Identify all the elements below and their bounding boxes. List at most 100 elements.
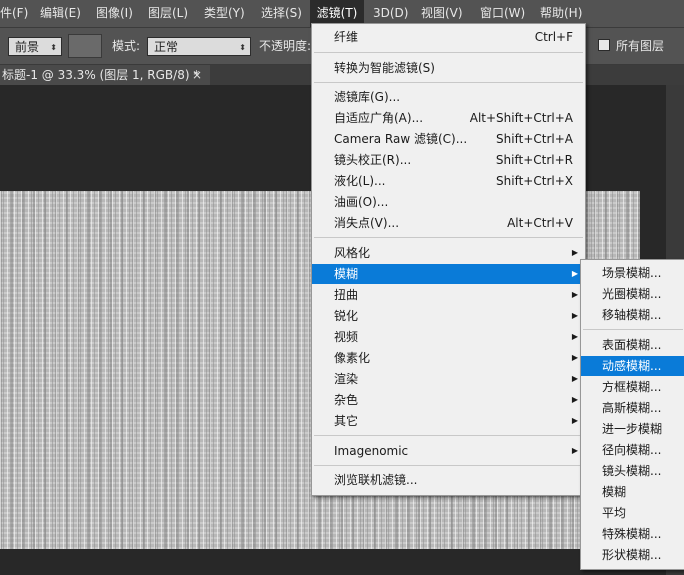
submenu-item-blur[interactable]: 模糊 [581, 482, 684, 502]
mode-value: 正常 [154, 40, 179, 54]
submenu-arrow-icon: ▶ [571, 269, 578, 278]
menu-item-label: 滤镜库(G)... [334, 90, 401, 104]
menu-item-shortcut: Ctrl+F [534, 30, 573, 44]
submenu-item-lens-blur[interactable]: 镜头模糊... [581, 461, 684, 481]
submenu-arrow-icon: ▶ [571, 446, 578, 455]
menu-edit[interactable]: 编辑(E) [40, 0, 88, 27]
menu-item-stylize[interactable]: 风格化 ▶ [312, 243, 585, 263]
menu-item-label: 平均 [602, 506, 627, 520]
menu-separator [314, 465, 583, 466]
opacity-label: 不透明度: [259, 39, 312, 53]
menu-item-liquify[interactable]: 液化(L)... Shift+Ctrl+X [312, 171, 585, 191]
menu-item-label: 方框模糊... [602, 380, 662, 394]
document-tab-title: 标题-1 @ 33.3% (图层 1, RGB/8) * [2, 68, 200, 82]
menu-item-label: 模糊 [602, 485, 627, 499]
menu-item-label: 杂色 [334, 393, 359, 407]
menu-item-camera-raw[interactable]: Camera Raw 滤镜(C)... Shift+Ctrl+A [312, 129, 585, 149]
menu-item-label: 风格化 [334, 246, 371, 260]
menu-item-label: 进一步模糊 [602, 422, 663, 436]
menu-item-shortcut: Shift+Ctrl+R [495, 153, 573, 167]
menu-item-fibers[interactable]: 纤维 Ctrl+F [312, 27, 585, 47]
submenu-item-iris-blur[interactable]: 光圈模糊... [581, 284, 684, 304]
submenu-arrow-icon: ▶ [571, 416, 578, 425]
menu-layer[interactable]: 图层(L) [148, 0, 196, 27]
submenu-item-radial-blur[interactable]: 径向模糊... [581, 440, 684, 460]
menu-item-oil-paint[interactable]: 油画(O)... [312, 192, 585, 212]
menu-item-label: 动感模糊... [602, 359, 662, 373]
menu-item-label: 场景模糊... [602, 266, 662, 280]
menu-image[interactable]: 图像(I) [96, 0, 142, 27]
menu-item-label: 浏览联机滤镜... [334, 473, 418, 487]
menu-item-filter-gallery[interactable]: 滤镜库(G)... [312, 87, 585, 107]
submenu-item-motion-blur[interactable]: 动感模糊... [581, 356, 684, 376]
menu-item-vanishing-point[interactable]: 消失点(V)... Alt+Ctrl+V [312, 213, 585, 233]
menu-item-sharpen[interactable]: 锐化 ▶ [312, 306, 585, 326]
menu-item-label: 转换为智能滤镜(S) [334, 61, 435, 75]
menu-item-label: 消失点(V)... [334, 216, 400, 230]
submenu-item-field-blur[interactable]: 场景模糊... [581, 263, 684, 283]
submenu-item-smart-blur[interactable]: 特殊模糊... [581, 524, 684, 544]
menu-item-label: 其它 [334, 414, 359, 428]
submenu-arrow-icon: ▶ [571, 395, 578, 404]
document-tab[interactable]: 标题-1 @ 33.3% (图层 1, RGB/8) * × [0, 65, 210, 85]
menu-item-label: 镜头校正(R)... [334, 153, 412, 167]
menu-item-adaptive-wide-angle[interactable]: 自适应广角(A)... Alt+Shift+Ctrl+A [312, 108, 585, 128]
menu-item-label: 锐化 [334, 309, 359, 323]
submenu-item-surface-blur[interactable]: 表面模糊... [581, 335, 684, 355]
menu-type[interactable]: 类型(Y) [204, 0, 252, 27]
submenu-item-blur-more[interactable]: 进一步模糊 [581, 419, 684, 439]
menu-item-pixelate[interactable]: 像素化 ▶ [312, 348, 585, 368]
menu-item-label: 纤维 [334, 30, 359, 44]
menu-item-shortcut: Alt+Ctrl+V [507, 216, 573, 230]
menu-item-imagenomic[interactable]: Imagenomic ▶ [312, 441, 585, 461]
menu-item-label: 高斯模糊... [602, 401, 662, 415]
menu-item-label: 自适应广角(A)... [334, 111, 424, 125]
all-layers-label: 所有图层 [616, 39, 665, 53]
menu-item-label: 油画(O)... [334, 195, 389, 209]
menu-item-convert-smart-filter[interactable]: 转换为智能滤镜(S) [312, 58, 585, 78]
fill-source-value: 前景 [15, 40, 40, 54]
menu-file[interactable]: 件(F) [0, 0, 36, 27]
submenu-item-shape-blur[interactable]: 形状模糊... [581, 545, 684, 565]
menu-item-label: 光圈模糊... [602, 287, 662, 301]
menu-item-video[interactable]: 视频 ▶ [312, 327, 585, 347]
dropdown-arrow-icon: ⬍ [50, 43, 57, 52]
submenu-arrow-icon: ▶ [571, 290, 578, 299]
menu-separator [314, 435, 583, 436]
all-layers-checkbox[interactable] [598, 39, 610, 51]
submenu-item-box-blur[interactable]: 方框模糊... [581, 377, 684, 397]
menu-item-label: 模糊 [334, 267, 359, 281]
menu-item-label: 径向模糊... [602, 443, 662, 457]
menu-item-label: 视频 [334, 330, 359, 344]
menu-item-noise[interactable]: 杂色 ▶ [312, 390, 585, 410]
filter-menu: 纤维 Ctrl+F 转换为智能滤镜(S) 滤镜库(G)... 自适应广角(A).… [311, 23, 586, 496]
close-icon[interactable]: × [192, 65, 202, 85]
submenu-item-average[interactable]: 平均 [581, 503, 684, 523]
menu-separator [583, 329, 683, 330]
submenu-arrow-icon: ▶ [571, 248, 578, 257]
submenu-arrow-icon: ▶ [571, 353, 578, 362]
menu-item-label: Imagenomic [334, 444, 409, 458]
dropdown-arrow-icon: ⬍ [239, 43, 246, 52]
mode-select[interactable]: 正常 ⬍ [147, 37, 251, 56]
menu-item-lens-correction[interactable]: 镜头校正(R)... Shift+Ctrl+R [312, 150, 585, 170]
mode-label: 模式: [112, 39, 141, 53]
menu-item-distort[interactable]: 扭曲 ▶ [312, 285, 585, 305]
menu-item-label: 形状模糊... [602, 548, 662, 562]
menu-item-label: 渲染 [334, 372, 359, 386]
menu-separator [314, 237, 583, 238]
menu-item-label: Camera Raw 滤镜(C)... [334, 132, 468, 146]
submenu-item-gaussian-blur[interactable]: 高斯模糊... [581, 398, 684, 418]
menu-item-label: 扭曲 [334, 288, 359, 302]
menu-select[interactable]: 选择(S) [261, 0, 307, 27]
submenu-arrow-icon: ▶ [571, 311, 578, 320]
menu-item-shortcut: Shift+Ctrl+A [496, 132, 573, 146]
menu-item-browse-filters-online[interactable]: 浏览联机滤镜... [312, 470, 585, 490]
menu-item-render[interactable]: 渲染 ▶ [312, 369, 585, 389]
pattern-swatch[interactable] [68, 34, 102, 58]
fill-source-select[interactable]: 前景 ⬍ [8, 37, 62, 56]
menu-item-blur[interactable]: 模糊 ▶ [312, 264, 585, 284]
submenu-item-tilt-shift[interactable]: 移轴模糊... [581, 305, 684, 325]
menu-item-shortcut: Shift+Ctrl+X [496, 174, 573, 188]
menu-item-other[interactable]: 其它 ▶ [312, 411, 585, 431]
